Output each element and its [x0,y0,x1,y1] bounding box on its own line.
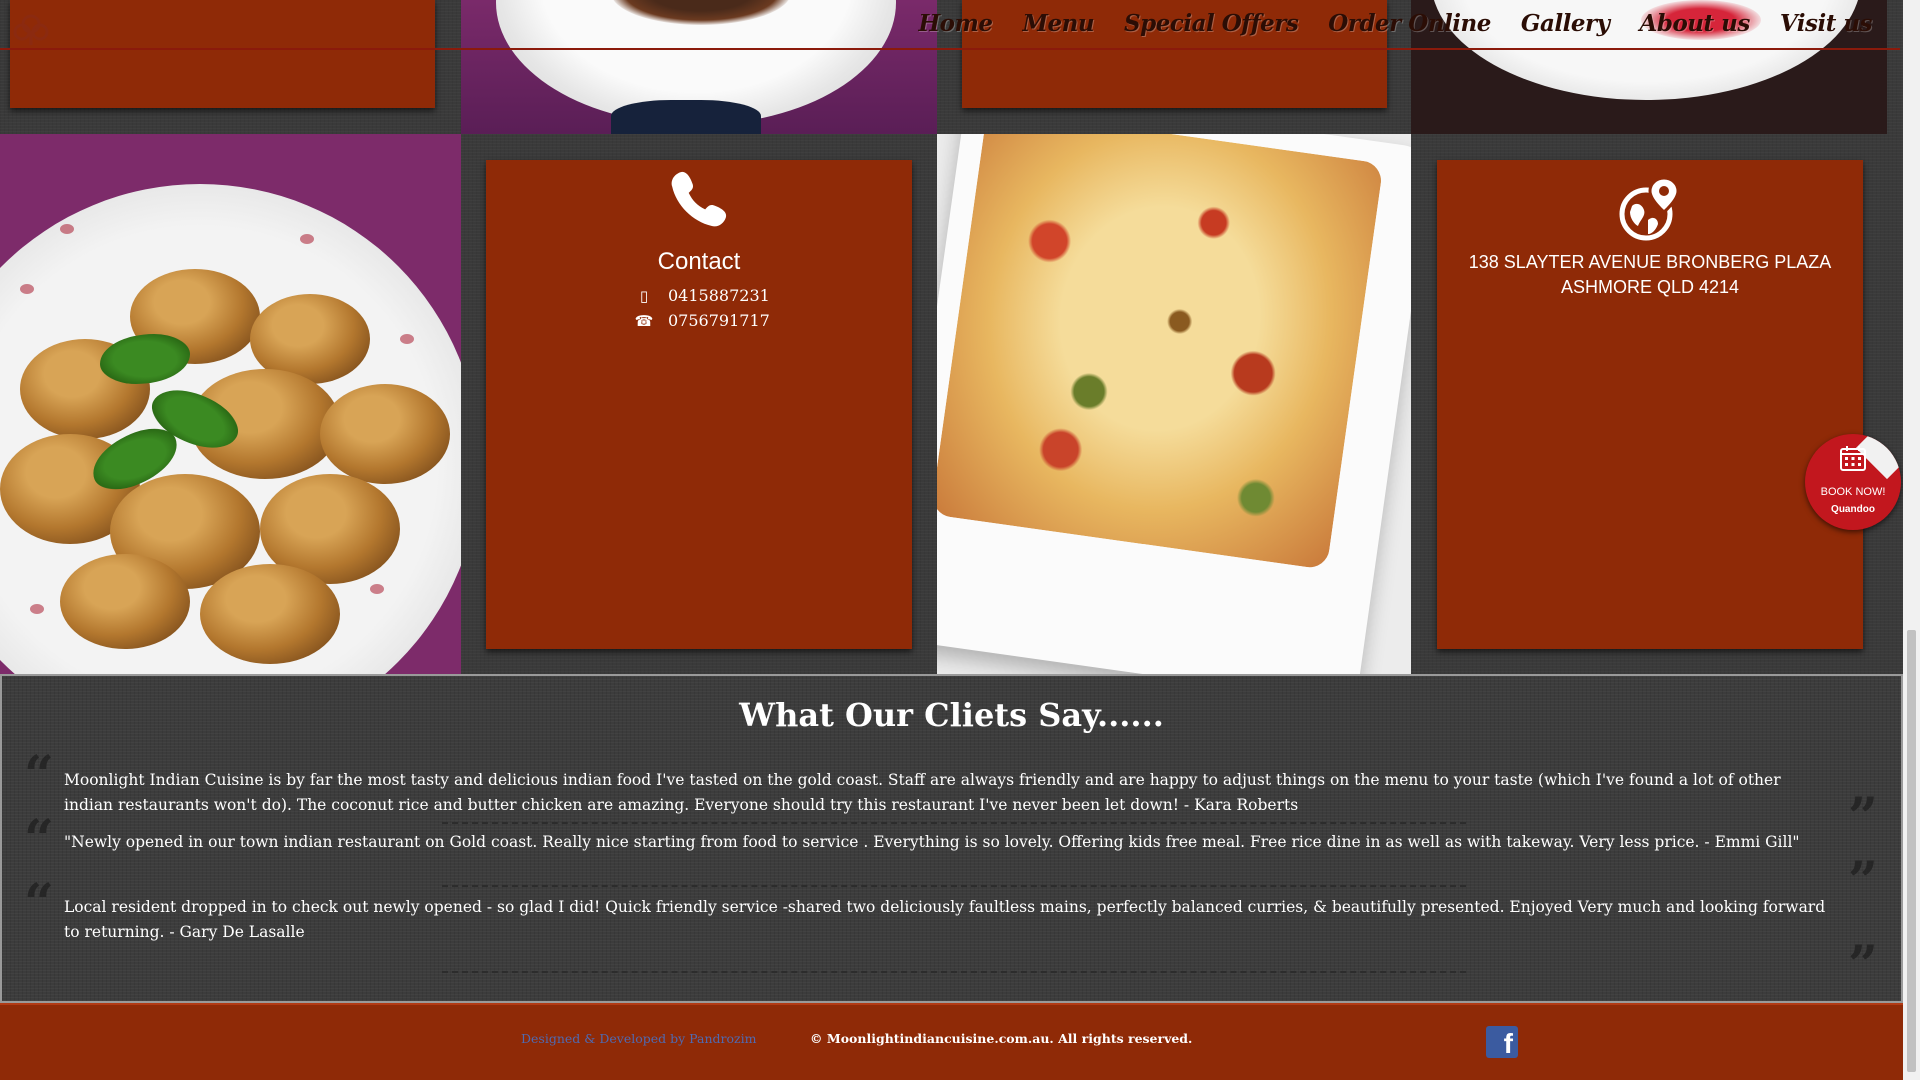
nav-home[interactable]: Home [918,10,993,37]
globe-location-icon [1619,176,1680,241]
testimonial-text: "Newly opened in our town indian restaur… [64,833,1800,851]
nav-menu[interactable]: Menu [1023,10,1095,37]
food-photo-lasagna [937,134,1411,674]
testimonial-item: Moonlight Indian Cuisine is by far the m… [64,768,1834,818]
testimonial-divider [442,971,1466,973]
book-now-button[interactable]: BOOK NOW! Quandoo [1805,434,1901,530]
phone-line: ☎ 0756791717 [634,311,770,330]
nav-special-offers[interactable]: Special Offers [1124,10,1299,37]
testimonials-section: What Our Cliets Say...... “ Moonlight In… [0,674,1903,1003]
close-quote-icon: ” [1848,851,1878,912]
close-quote-icon: ” [1848,935,1878,996]
mobile-icon: ▯ [639,286,649,305]
footer: Designed & Developed by Pandrozim © Moon… [0,1003,1903,1080]
main-nav: Home Menu Special Offers Order Online Ga… [918,10,1872,37]
testimonials-title: What Our Cliets Say...... [739,696,1164,734]
open-quote-icon: “ [24,809,54,870]
logo-icon[interactable] [12,12,50,46]
address-card: 138 SLAYTER AVENUE BRONBERG PLAZA ASHMOR… [1437,160,1863,649]
facebook-icon[interactable]: f [1486,1026,1518,1058]
testimonial-text: Local resident dropped in to check out n… [64,898,1826,941]
testimonial-divider [442,822,1466,824]
nav-visit-us[interactable]: Visit us [1780,10,1873,37]
telephone-icon: ☎ [634,311,654,330]
nav-order-online[interactable]: Order Online [1328,10,1491,37]
page-scrollbar[interactable] [1903,0,1920,1080]
testimonial-item: "Newly opened in our town indian restaur… [64,830,1834,855]
phone-icon [671,171,727,227]
contact-card: Contact ▯ 0415887231 ☎ 0756791717 [486,160,912,649]
book-now-label: BOOK NOW! [1820,486,1886,498]
testimonial-text: Moonlight Indian Cuisine is by far the m… [64,771,1781,814]
address-line-2: ASHMORE QLD 4214 [1560,277,1740,297]
open-quote-icon: “ [24,873,54,934]
mobile-line: ▯ 0415887231 [634,286,770,305]
address-line-1: 138 SLAYTER AVENUE BRONBERG PLAZA [1468,252,1832,272]
scrollbar-thumb[interactable] [1907,630,1916,1072]
top-nav-bar: Home Menu Special Offers Order Online Ga… [0,0,1900,50]
close-quote-icon: ” [1848,787,1878,848]
phone-number[interactable]: 0756791717 [668,311,770,330]
open-quote-icon: “ [24,745,54,806]
calendar-icon [1840,446,1866,471]
address-text: 138 SLAYTER AVENUE BRONBERG PLAZA ASHMOR… [1437,250,1863,300]
copyright-text: © Moonlightindiancuisine.com.au. All rig… [810,1031,1193,1046]
quandoo-label: Quandoo [1831,504,1875,515]
mobile-number[interactable]: 0415887231 [668,286,770,305]
nav-gallery[interactable]: Gallery [1521,10,1610,37]
contact-title: Contact [657,248,741,275]
testimonial-item: Local resident dropped in to check out n… [64,895,1834,945]
food-photo-mushrooms [0,134,461,674]
developer-credit-link[interactable]: Designed & Developed by Pandrozim [521,1031,756,1046]
testimonial-divider [442,885,1466,887]
nav-about-us[interactable]: About us [1640,10,1751,37]
